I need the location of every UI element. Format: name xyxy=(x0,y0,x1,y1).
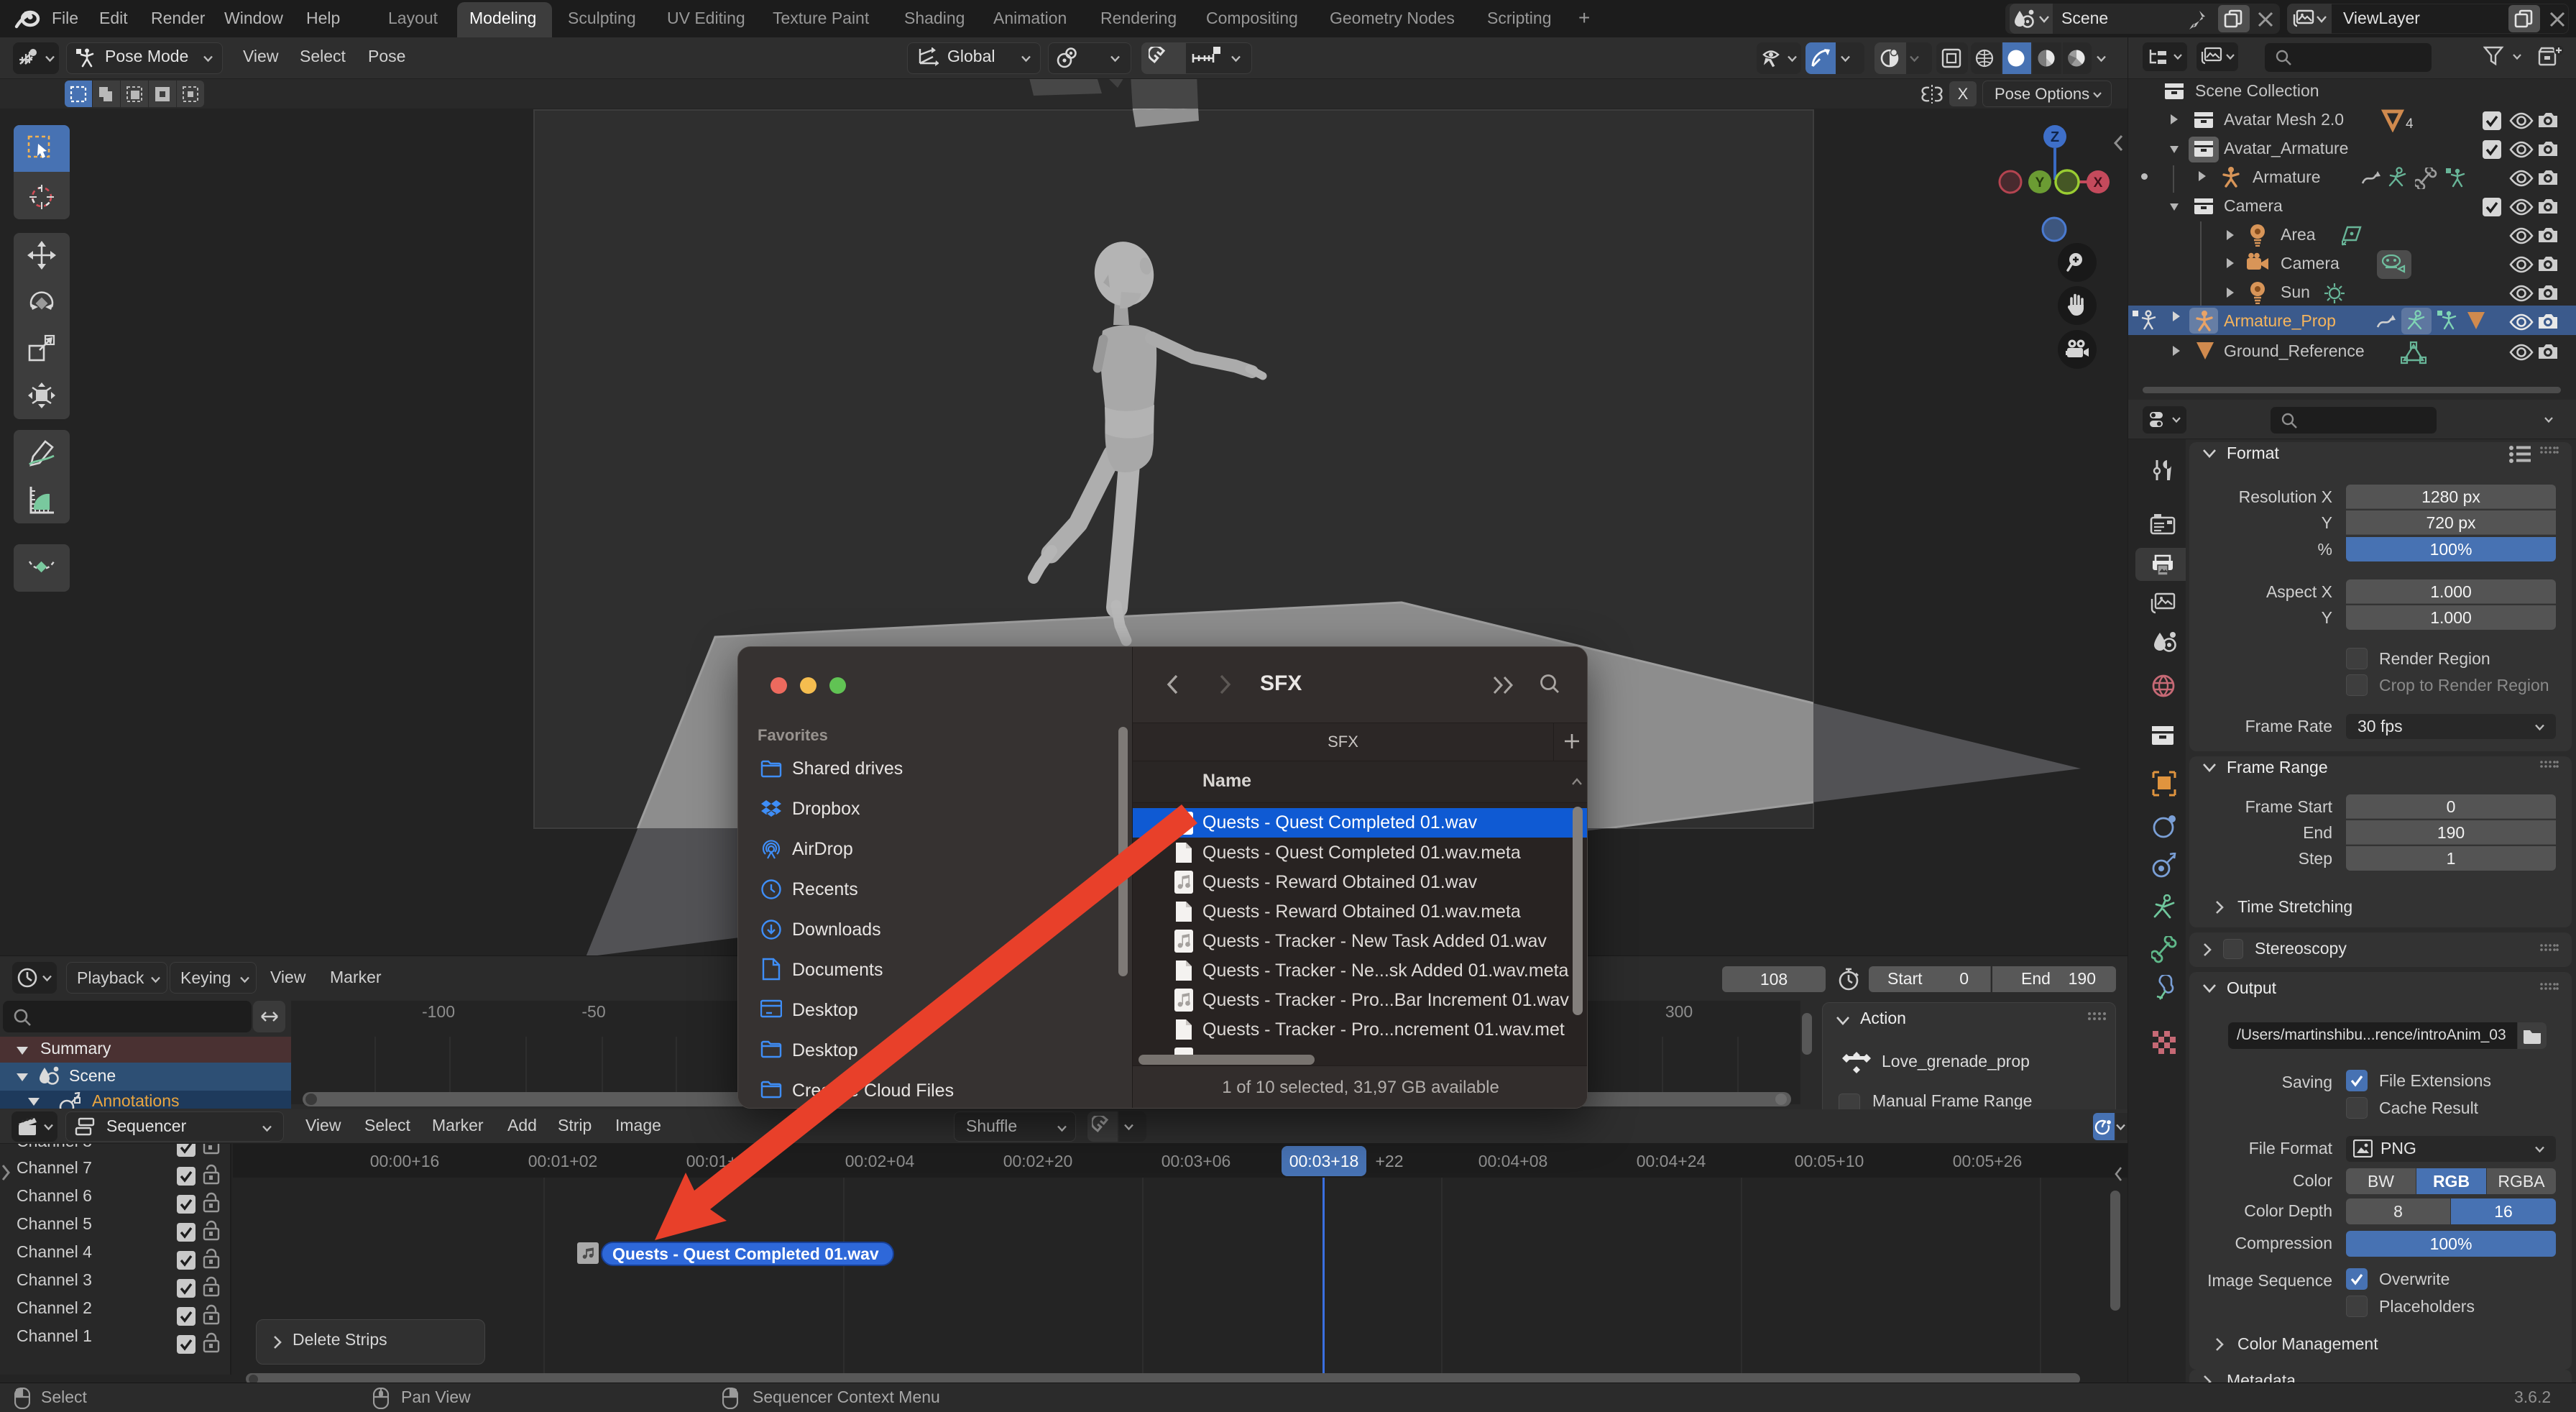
svg-text:00:05+10: 00:05+10 xyxy=(1795,1152,1864,1170)
svg-text:00:02+20: 00:02+20 xyxy=(1003,1152,1073,1170)
svg-text:00:03+18: 00:03+18 xyxy=(1289,1152,1359,1170)
svg-text:00:01+18: 00:01+18 xyxy=(686,1152,756,1170)
svg-text:00:01+02: 00:01+02 xyxy=(528,1152,598,1170)
svg-text:00:05+26: 00:05+26 xyxy=(1953,1152,2023,1170)
svg-text:00:02+04: 00:02+04 xyxy=(845,1152,915,1170)
svg-text:-50: -50 xyxy=(581,1002,605,1021)
svg-text:X: X xyxy=(2094,175,2103,191)
svg-text:Z: Z xyxy=(2051,129,2059,145)
svg-text:00:04+24: 00:04+24 xyxy=(1637,1152,1706,1170)
svg-text:300: 300 xyxy=(1665,1002,1693,1021)
svg-text:00:00+16: 00:00+16 xyxy=(370,1152,440,1170)
svg-text:+22: +22 xyxy=(1375,1152,1403,1170)
svg-text:00:04+08: 00:04+08 xyxy=(1478,1152,1548,1170)
svg-text:-100: -100 xyxy=(422,1002,455,1021)
svg-text:00:03+06: 00:03+06 xyxy=(1162,1152,1231,1170)
svg-text:Y: Y xyxy=(2036,175,2045,191)
